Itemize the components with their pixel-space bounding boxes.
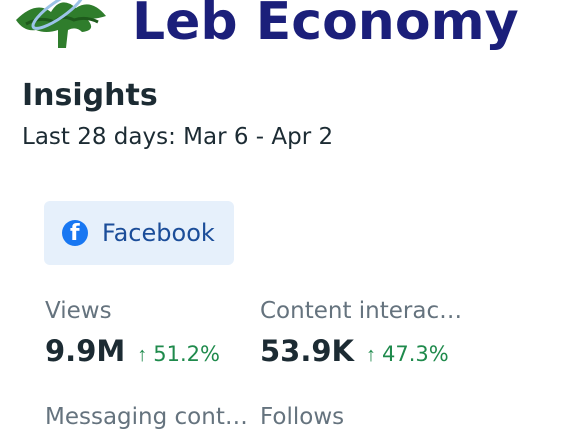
platform-filter-facebook[interactable]: f Facebook — [44, 201, 234, 265]
up-arrow-icon: ↑ — [366, 344, 377, 366]
platform-label: Facebook — [102, 219, 215, 247]
metric-label: Content interac… — [260, 298, 463, 324]
metric-change: 51.2% — [153, 342, 220, 366]
brand-title: Leb Economy — [132, 0, 519, 52]
metric-value-row: 9.9M ↑ 51.2% — [45, 334, 220, 368]
metric-value: 9.9M — [45, 334, 126, 368]
cedar-tree-logo-icon — [16, 0, 106, 48]
facebook-icon: f — [62, 220, 88, 246]
metric-value: 53.9K — [260, 334, 355, 368]
metric-change: 47.3% — [382, 342, 449, 366]
up-arrow-icon: ↑ — [137, 344, 148, 366]
metric-label: Messaging cont… — [45, 404, 248, 430]
metric-label: Views — [45, 298, 112, 324]
metric-follows[interactable]: Follows — [260, 404, 344, 430]
metric-value-row: 53.9K ↑ 47.3% — [260, 334, 462, 368]
metric-label: Follows — [260, 404, 345, 430]
metric-messaging-contacts[interactable]: Messaging cont… — [45, 404, 248, 430]
brand-header: Leb Economy — [0, 0, 574, 62]
insights-page: Leb Economy Insights Last 28 days: Mar 6… — [0, 0, 574, 430]
metric-views[interactable]: Views 9.9M ↑ 51.2% — [45, 298, 220, 368]
metric-content-interactions[interactable]: Content interac… 53.9K ↑ 47.3% — [260, 298, 462, 368]
date-range[interactable]: Last 28 days: Mar 6 - Apr 2 — [22, 124, 333, 150]
page-title: Insights — [22, 78, 158, 113]
